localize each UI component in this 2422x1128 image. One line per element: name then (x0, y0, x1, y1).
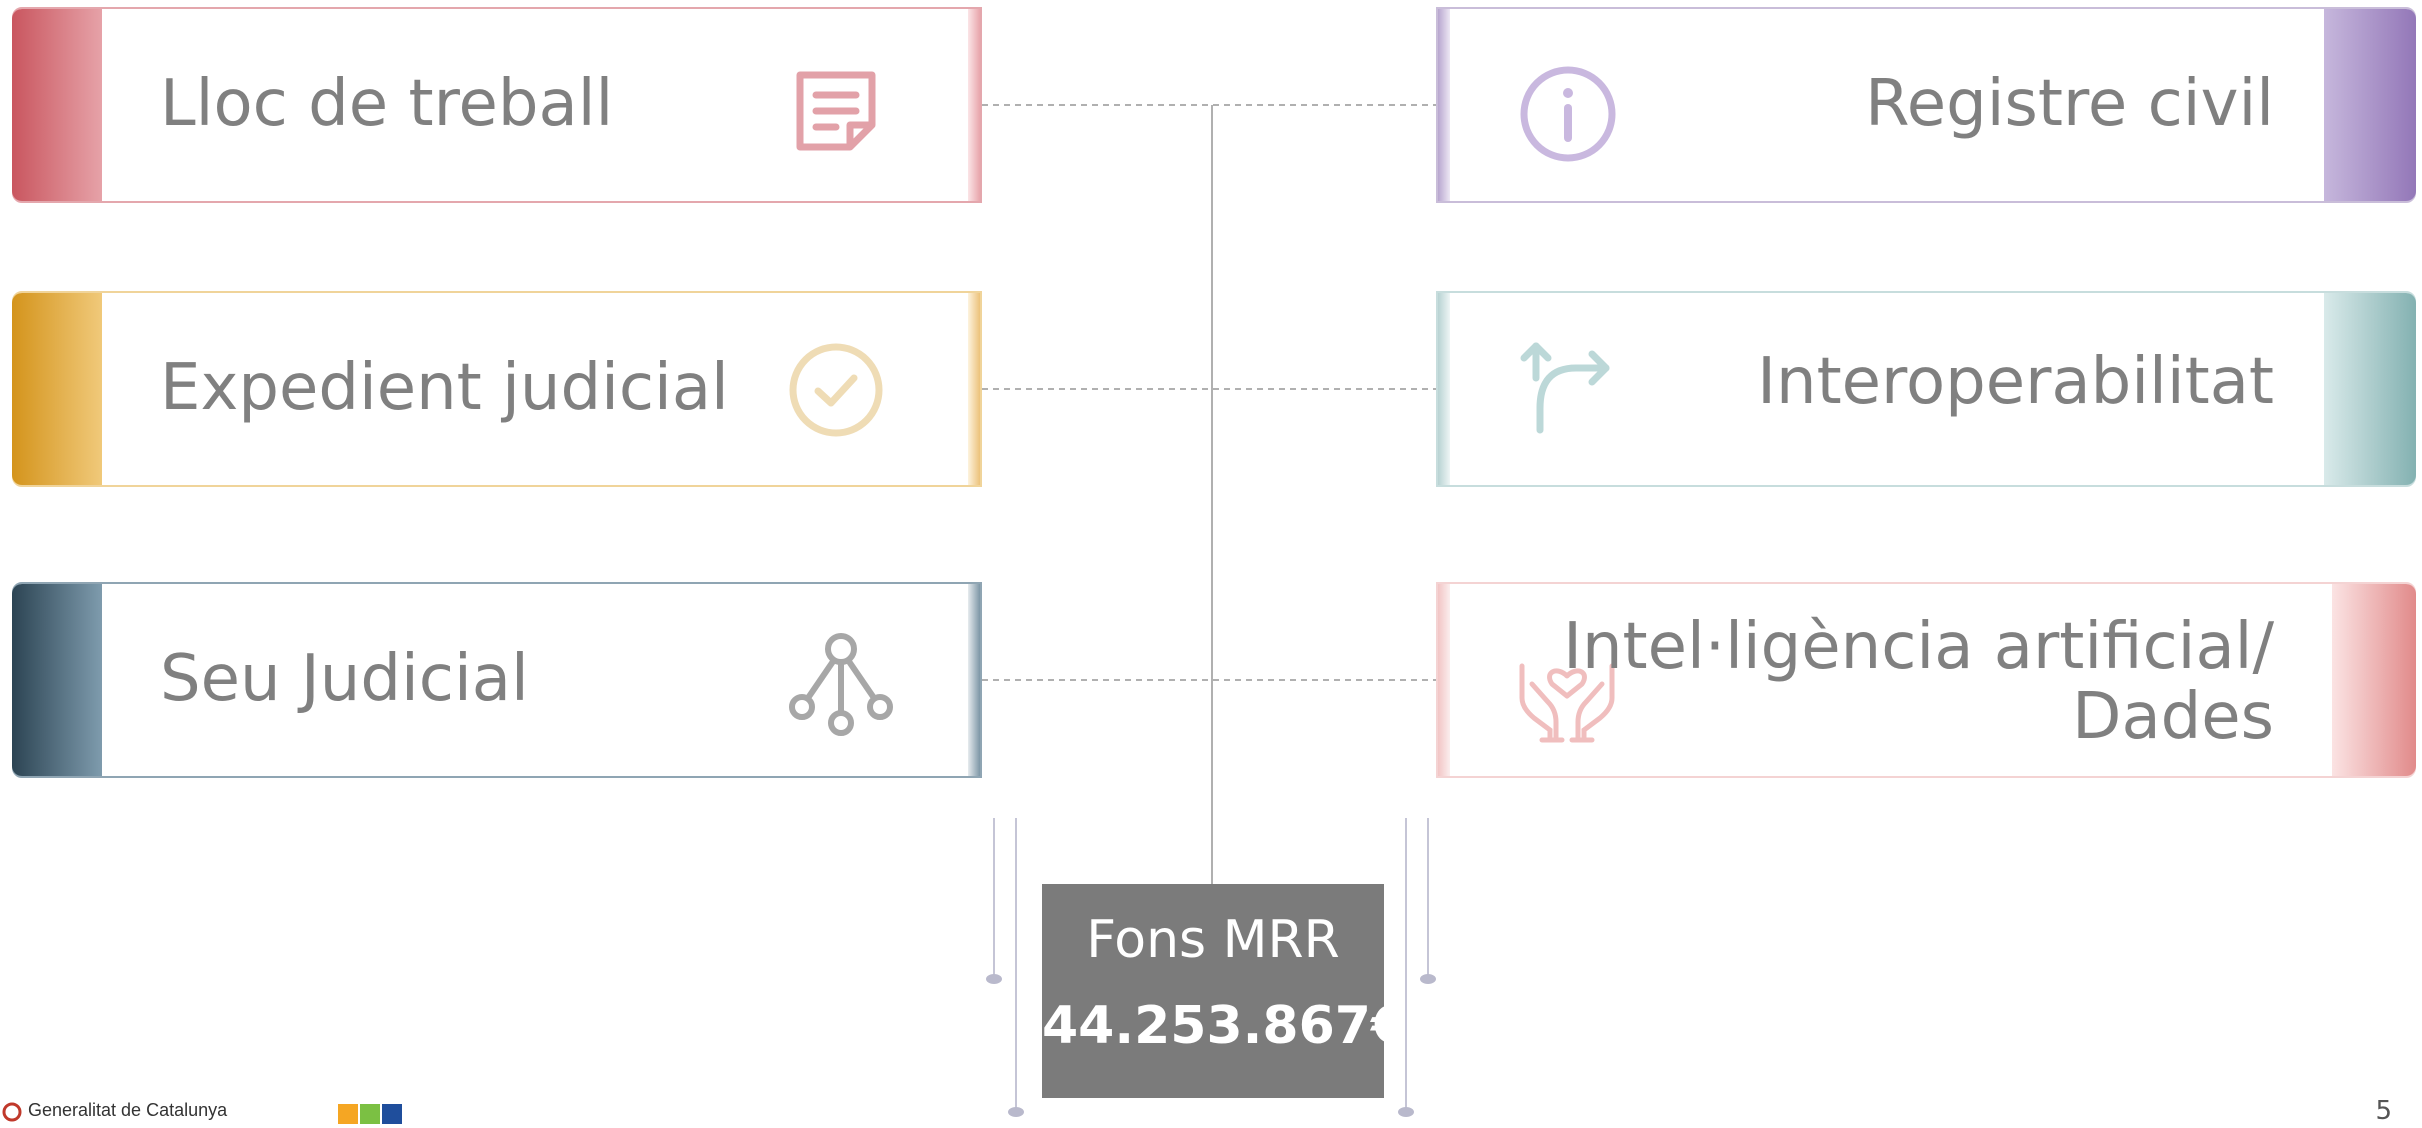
card-edge-strip (1438, 584, 1450, 776)
card-edge-strip (968, 584, 980, 776)
card-label-line1: Intel·ligència artificial/ (1563, 610, 2274, 684)
card-edge-strip (968, 9, 980, 201)
card-expedient-judicial: Expedient judicial (12, 291, 982, 487)
check-circle-icon (789, 343, 883, 437)
card-seu-judicial: Seu Judicial (12, 582, 982, 778)
card-label: Seu Judicial (160, 642, 529, 716)
card-edge-strip (1438, 9, 1450, 201)
card-registre-civil: Registre civil (1436, 7, 2416, 203)
fund-amount: 44.253.867€ (1042, 996, 1408, 1056)
generalitat-logo-icon (2, 1102, 22, 1122)
card-color-band (2324, 293, 2416, 485)
card-edge-strip (968, 293, 980, 485)
page-number: 5 (2375, 1096, 2392, 1126)
card-edge-strip (1438, 293, 1450, 485)
card-color-band (12, 584, 102, 776)
card-lloc-de-treball: Lloc de treball (12, 7, 982, 203)
card-label: Expedient judicial (160, 351, 729, 425)
card-interoperabilitat: Interoperabilitat (1436, 291, 2416, 487)
card-label-line2: Dades (2072, 680, 2274, 754)
card-color-band (12, 9, 102, 201)
card-color-band (2332, 584, 2416, 776)
network-icon (789, 633, 893, 736)
card-label: Interoperabilitat (1757, 345, 2274, 419)
card-intelligencia-artificial: Intel·ligència artificial/ Dades (1436, 582, 2416, 778)
footer-color-squares (338, 1104, 402, 1128)
info-icon (1520, 66, 1616, 162)
card-color-band (12, 293, 102, 485)
fund-title: Fons MRR (1086, 910, 1340, 970)
card-color-band (2324, 9, 2416, 201)
card-label: Lloc de treball (160, 67, 614, 141)
card-label: Registre civil (1865, 67, 2274, 141)
note-icon (796, 71, 876, 151)
fork-arrow-icon (1520, 342, 1610, 434)
fund-total-box: Fons MRR 44.253.867€ (1042, 884, 1408, 1098)
